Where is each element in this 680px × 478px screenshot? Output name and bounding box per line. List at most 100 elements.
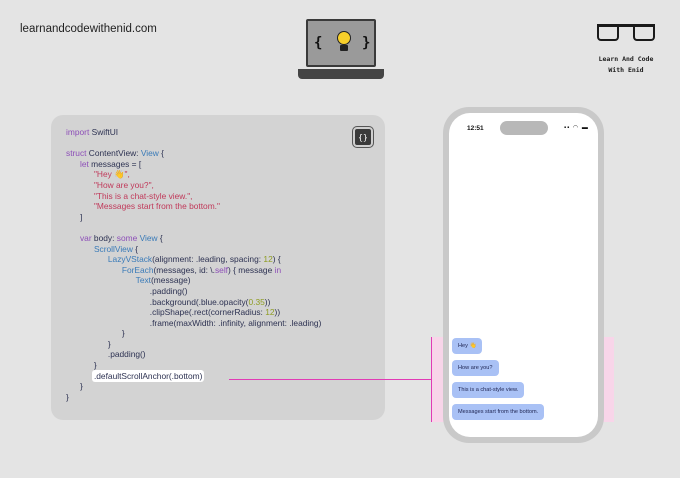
code-token: ) {: [272, 254, 281, 265]
code-line: .padding(): [66, 349, 321, 360]
code-token: (message): [151, 275, 191, 286]
code-line: ]: [66, 212, 321, 223]
code-token: body:: [91, 232, 117, 243]
code-token: 0.35: [248, 296, 265, 307]
code-token: var: [79, 232, 92, 243]
lightbulb-base: [340, 45, 348, 51]
code-token: {: [132, 243, 139, 254]
dynamic-island: [500, 121, 548, 135]
highlighted-code: .defaultScrollAnchor(.bottom): [91, 369, 205, 382]
code-line: }: [66, 392, 321, 403]
code-token: messages = [: [88, 158, 142, 169]
code-line: var body: some View {: [66, 233, 321, 244]
code-token: )): [264, 296, 271, 307]
code-line: "Messages start from the bottom.": [66, 201, 321, 212]
brace-right-icon: }: [362, 35, 371, 51]
code-line: ForEach(messages, id: \.self) { message …: [66, 265, 321, 276]
brand-text: Learn And Code With Enid: [594, 54, 658, 76]
code-token: ) { message: [228, 264, 275, 275]
code-line: "How are you?",: [66, 180, 321, 191]
code-line: Text(message): [66, 275, 321, 286]
code-token: View: [140, 148, 159, 159]
code-token: "How are you?",: [93, 179, 154, 190]
code-token: "Hey 👋",: [93, 169, 130, 180]
code-token: ScrollView: [93, 243, 133, 254]
code-line: "Hey 👋",: [66, 169, 321, 180]
code-line: LazyVStack(alignment: .leading, spacing:…: [66, 254, 321, 265]
code-line: let messages = [: [66, 159, 321, 170]
code-line: }: [66, 339, 321, 350]
lightbulb-icon: [337, 31, 351, 45]
code-token: ]: [66, 211, 83, 222]
status-icons: ▪▪ ◠ ▬: [564, 125, 589, 131]
code-line: ScrollView {: [66, 244, 321, 255]
code-token: Text: [135, 275, 152, 286]
glasses-icon: [597, 24, 655, 42]
brand-line-1: Learn And Code: [598, 55, 654, 63]
code-token: }: [66, 391, 69, 402]
laptop-screen: { }: [306, 19, 376, 67]
laptop-lightbulb-logo: { }: [298, 19, 384, 81]
code-token: {: [158, 148, 164, 159]
code-token: 12: [263, 254, 273, 265]
code-token: ContentView:: [86, 148, 141, 159]
copy-code-button[interactable]: {}: [353, 127, 373, 147]
code-token: .frame(maxWidth: .infinity, alignment: .…: [66, 317, 322, 328]
code-token: LazyVStack: [107, 254, 153, 265]
code-line: import SwiftUI: [66, 127, 321, 138]
code-token: SwiftUI: [89, 127, 119, 137]
code-line: "This is a chat-style view.",: [66, 191, 321, 202]
laptop-base: [298, 69, 384, 79]
brand-logo: Learn And Code With Enid: [594, 24, 658, 76]
code-token: }: [66, 381, 83, 392]
code-token: 12: [265, 307, 275, 318]
swift-code-block: import SwiftUI struct ContentView: View {…: [66, 127, 321, 402]
code-token: ForEach: [121, 264, 154, 275]
braces-icon: {}: [358, 132, 368, 142]
code-token: (alignment: .leading, spacing:: [152, 254, 264, 265]
code-token: let: [79, 158, 89, 169]
connector-line: [229, 379, 431, 380]
code-token: "This is a chat-style view.",: [93, 190, 193, 201]
code-line: struct ContentView: View {: [66, 148, 321, 159]
code-line: }: [66, 328, 321, 339]
code-token: }: [66, 328, 125, 339]
code-token: some: [116, 232, 138, 243]
code-token: (messages, id: \.: [153, 264, 215, 275]
code-token: import: [66, 127, 90, 137]
code-token: .background(.blue.opacity(: [66, 296, 249, 307]
code-line: }: [66, 381, 321, 392]
chat-bubble: How are you?: [452, 360, 499, 376]
code-line: .frame(maxWidth: .infinity, alignment: .…: [66, 317, 322, 329]
brace-left-icon: {: [314, 35, 323, 51]
code-token: {: [157, 232, 163, 243]
code-line: .padding(): [66, 286, 321, 297]
chat-bubble: Hey 👋: [452, 338, 483, 354]
code-token: }: [66, 360, 97, 371]
code-token: self: [214, 264, 229, 275]
chat-bubble: Messages start from the bottom.: [452, 404, 545, 420]
code-token: struct: [66, 148, 87, 159]
status-time: 12:51: [467, 125, 484, 132]
code-token: .padding(): [66, 285, 188, 296]
code-token: in: [274, 264, 282, 275]
code-line: .background(.blue.opacity(0.35)): [66, 297, 321, 308]
code-token: View: [139, 232, 158, 243]
site-url[interactable]: learnandcodewithenid.com: [20, 23, 157, 35]
chat-bubble: This is a chat-style view.: [452, 382, 525, 398]
code-card: {} import SwiftUI struct ContentView: Vie…: [51, 115, 385, 420]
code-token: .padding(): [66, 349, 146, 360]
code-token: "Messages start from the bottom.": [93, 201, 220, 212]
